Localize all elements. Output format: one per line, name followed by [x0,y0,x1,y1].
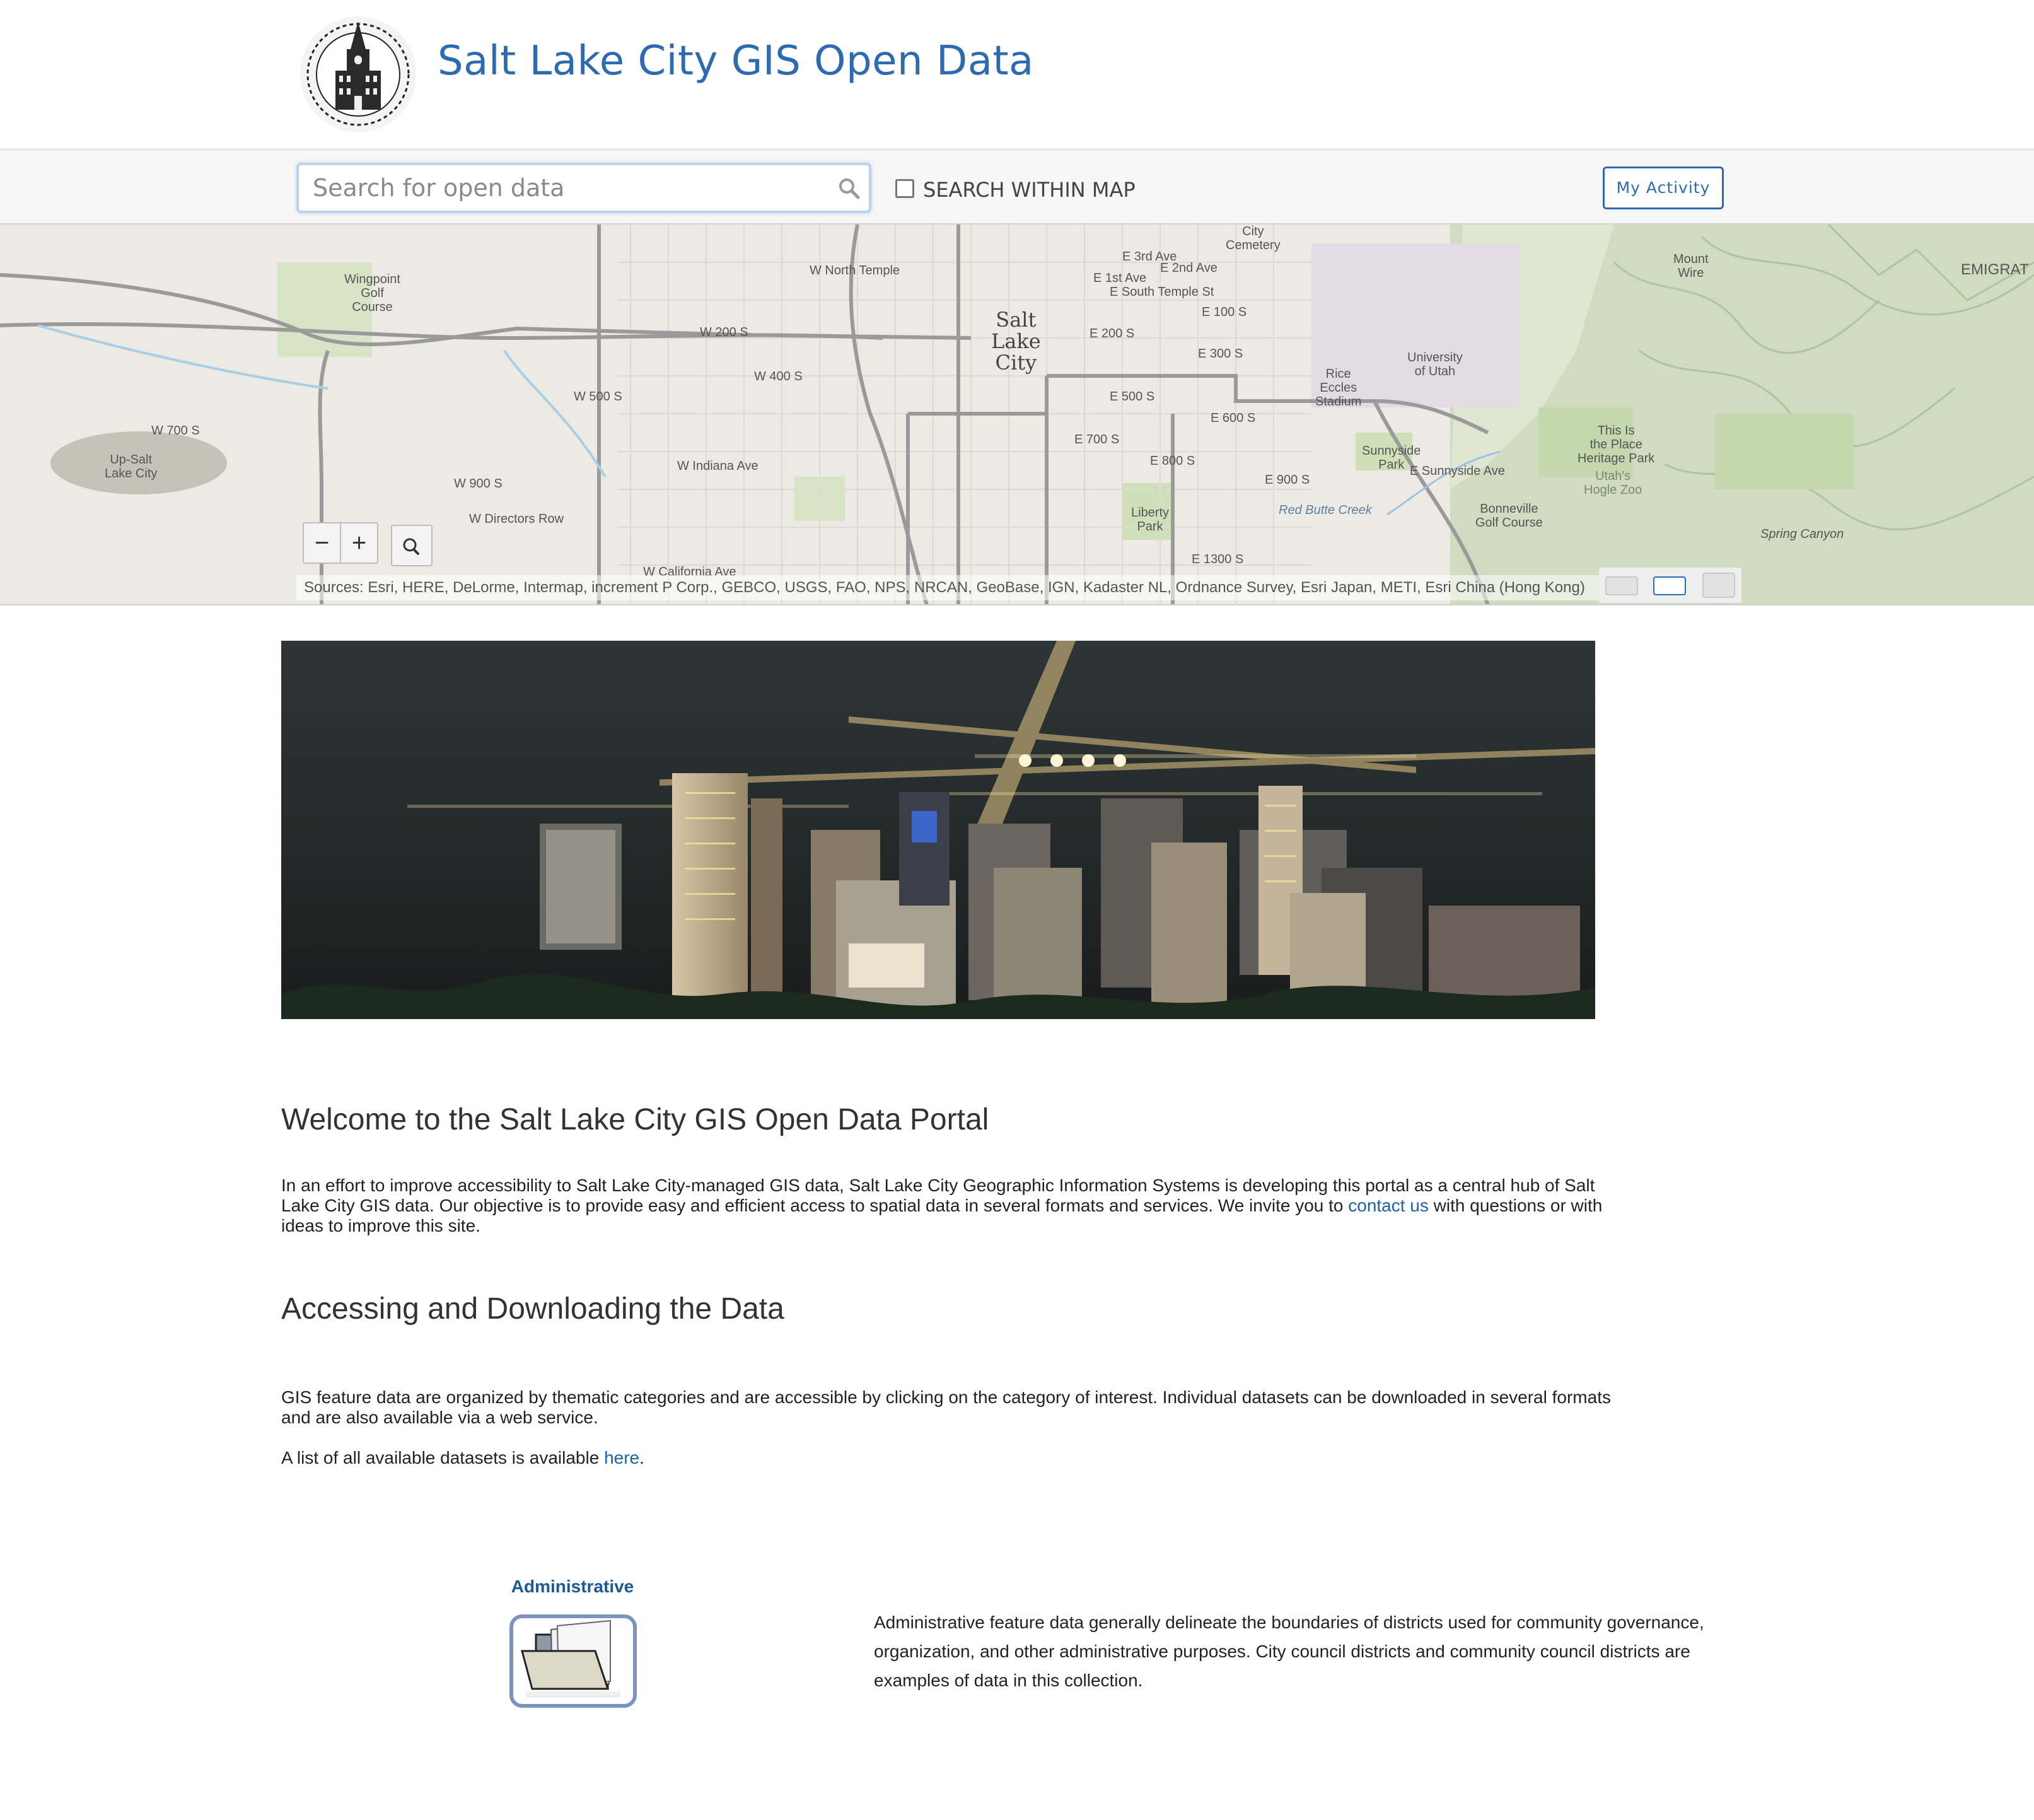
contact-us-link[interactable]: contact us [1348,1196,1429,1215]
city-skyline-image [281,641,1595,1019]
datasets-here-link[interactable]: here [604,1448,639,1467]
map-label-place: Red Butte Creek [1279,503,1372,517]
map-label-place: EMIGRAT [1961,261,2029,278]
map-label-street: E Sunnyside Ave [1410,464,1505,478]
access-paragraph: GIS feature data are organized by themat… [281,1387,1611,1427]
map-label-street: W 700 S [151,424,200,438]
map-label-street: W 500 S [574,390,622,404]
search-bar: SEARCH WITHIN MAP My Activity [0,149,2034,225]
map-attribution: Sources: Esri, HERE, DeLorme, Intermap, … [296,575,1601,600]
map-label-street: E 100 S [1202,305,1247,319]
zoom-out-button[interactable]: − [304,523,341,563]
category-description-administrative: Administrative feature data generally de… [874,1613,1704,1690]
map-label-street: E 600 S [1211,411,1256,425]
map-label-street: W 200 S [700,325,748,339]
map-label-street: W 900 S [454,477,503,491]
dataset-list-text: A list of all available datasets is avai… [281,1448,605,1467]
map-label-street: W North Temple [810,264,900,277]
basemap-option-topo[interactable] [1653,576,1686,595]
category-button-administrative[interactable] [509,1614,637,1708]
map-label-place: Up-Salt Lake City [105,453,158,481]
folder-icon [521,1619,620,1698]
map-label-city: Salt Lake City [991,308,1041,375]
map-search-button[interactable] [391,525,433,566]
map-view[interactable]: Salt Lake City W North Temple W 200 S W 40… [0,225,2034,605]
welcome-heading: Welcome to the Salt Lake City GIS Open D… [281,1103,989,1136]
dataset-list-period: . [639,1448,644,1467]
map-label-place: This Is the Place Heritage Park [1578,424,1655,465]
map-label-place: Rice Eccles Stadium [1315,367,1362,409]
welcome-paragraph: In an effort to improve accessibility to… [281,1175,1612,1236]
map-label-place: Mount Wire [1673,252,1709,280]
basemap-option-streets[interactable] [1605,576,1638,595]
map-label-place: Utah's Hogle Zoo [1584,469,1642,497]
map-label-place: Wingpoint Golf Course [344,272,400,314]
map-label-street: E 200 S [1090,327,1135,341]
skyline-illustration [281,641,1595,1019]
map-label-street: E South Temple St [1110,285,1214,299]
map-label-street: E 500 S [1110,390,1155,404]
zoom-in-button[interactable]: + [341,523,377,563]
basemap-option-imagery[interactable] [1702,573,1735,598]
map-label-street: W Indiana Ave [677,459,758,473]
magnifier-icon [403,538,419,555]
zoom-control: − + [303,522,378,564]
map-label-street: E 900 S [1265,473,1310,487]
my-activity-button[interactable]: My Activity [1603,166,1724,209]
map-label-place: City Cemetery [1226,225,1281,252]
map-label-street: E 800 S [1150,454,1195,468]
map-label-street: E 3rd Ave [1122,250,1177,264]
search-within-map-label[interactable]: SEARCH WITHIN MAP [923,178,1136,202]
map-label-place: University of Utah [1407,351,1463,378]
city-seal-icon[interactable] [296,13,420,136]
map-label-street: E 300 S [1198,347,1243,361]
category-title-administrative[interactable]: Administrative [446,1577,699,1597]
map-label-street: E 1st Ave [1093,271,1147,285]
map-label-street: E 1300 S [1192,552,1244,566]
map-label-street: W 400 S [754,370,803,383]
basemap-switcher [1599,568,1741,603]
dataset-list-paragraph: A list of all available datasets is avai… [281,1448,644,1468]
access-heading: Accessing and Downloading the Data [281,1292,784,1326]
map-label-street: W Directors Row [469,512,564,526]
search-input[interactable] [313,165,811,211]
map-label-place: Spring Canyon [1760,527,1844,541]
map-label-place: Bonneville Golf Course [1475,502,1543,530]
search-box [296,163,871,213]
search-within-map-checkbox[interactable] [895,179,914,198]
map-label-street: E 700 S [1074,433,1120,446]
map-label-place: Liberty Park [1131,506,1170,534]
site-header: Salt Lake City GIS Open Data [0,0,2034,149]
site-title[interactable]: Salt Lake City GIS Open Data [438,38,1034,85]
search-icon[interactable] [839,178,860,199]
map-label-place: Sunnyside Park [1362,444,1421,472]
